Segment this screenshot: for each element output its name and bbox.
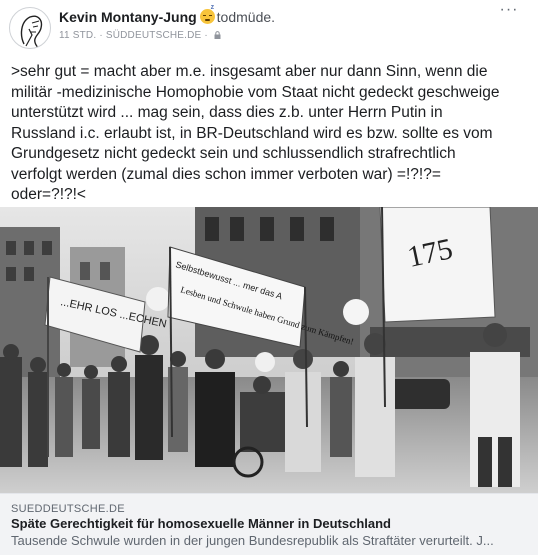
post-domain: SÜDDEUTSCHE.DE — [105, 30, 202, 41]
lock-icon — [214, 31, 221, 39]
link-description: Tausende Schwule wurden in der jungen Bu… — [11, 533, 494, 548]
avatar[interactable] — [9, 7, 51, 49]
author-name[interactable]: Kevin Montany-Jung — [59, 9, 197, 25]
facebook-post: Kevin Montany-Jung z todmüde. 11 STD. · SÜ… — [0, 0, 538, 555]
link-source: SUEDDEUTSCHE.DE — [11, 503, 125, 515]
post-timestamp[interactable]: 11 STD. — [59, 30, 96, 41]
link-preview-image[interactable]: ...EHR LOS ...ECHEN Selbstbewusst ... me… — [0, 207, 538, 493]
feeling-text: todmüde. — [216, 9, 276, 25]
link-preview-info[interactable]: SUEDDEUTSCHE.DE Späte Gerechtigkeit für … — [0, 493, 538, 555]
post-text: >sehr gut = macht aber m.e. insgesamt ab… — [11, 63, 500, 203]
more-options-icon[interactable]: ··· — [498, 2, 520, 24]
post-author-line: Kevin Montany-Jung z todmüde. — [59, 4, 276, 25]
post-meta: 11 STD. · SÜDDEUTSCHE.DE · — [59, 30, 221, 41]
meta-separator: · — [99, 30, 103, 41]
link-title[interactable]: Späte Gerechtigkeit für homosexuelle Män… — [11, 516, 391, 531]
meta-separator: · — [204, 30, 208, 41]
sleepy-face-icon: z — [199, 4, 215, 24]
post-header: Kevin Montany-Jung z todmüde. 11 STD. · SÜ… — [0, 0, 538, 56]
